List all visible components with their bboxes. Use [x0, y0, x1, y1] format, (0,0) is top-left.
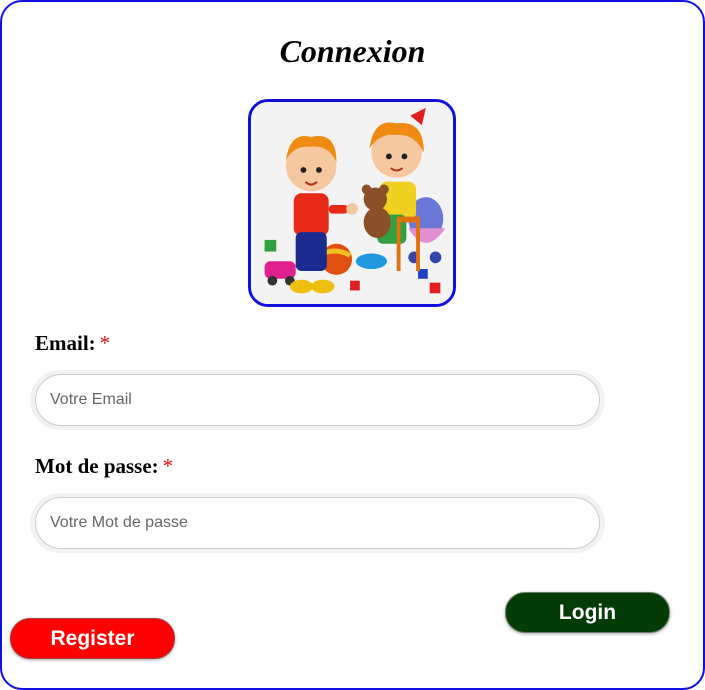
children-illustration — [248, 99, 456, 307]
email-field-wrapper — [30, 370, 605, 430]
register-button[interactable]: Register — [10, 618, 175, 659]
password-label: Mot de passe: * — [35, 454, 173, 479]
password-field-wrapper — [30, 493, 605, 553]
password-label-text: Mot de passe: — [35, 454, 159, 478]
password-input[interactable] — [35, 497, 600, 549]
page-title: Connexion — [279, 33, 426, 69]
email-input[interactable] — [35, 374, 600, 426]
children-playing-icon — [251, 102, 453, 304]
password-required-mark: * — [162, 454, 174, 478]
email-required-mark: * — [99, 331, 111, 355]
login-button[interactable]: Login — [505, 592, 670, 633]
email-label: Email: * — [35, 331, 110, 356]
email-label-text: Email: — [35, 331, 96, 355]
